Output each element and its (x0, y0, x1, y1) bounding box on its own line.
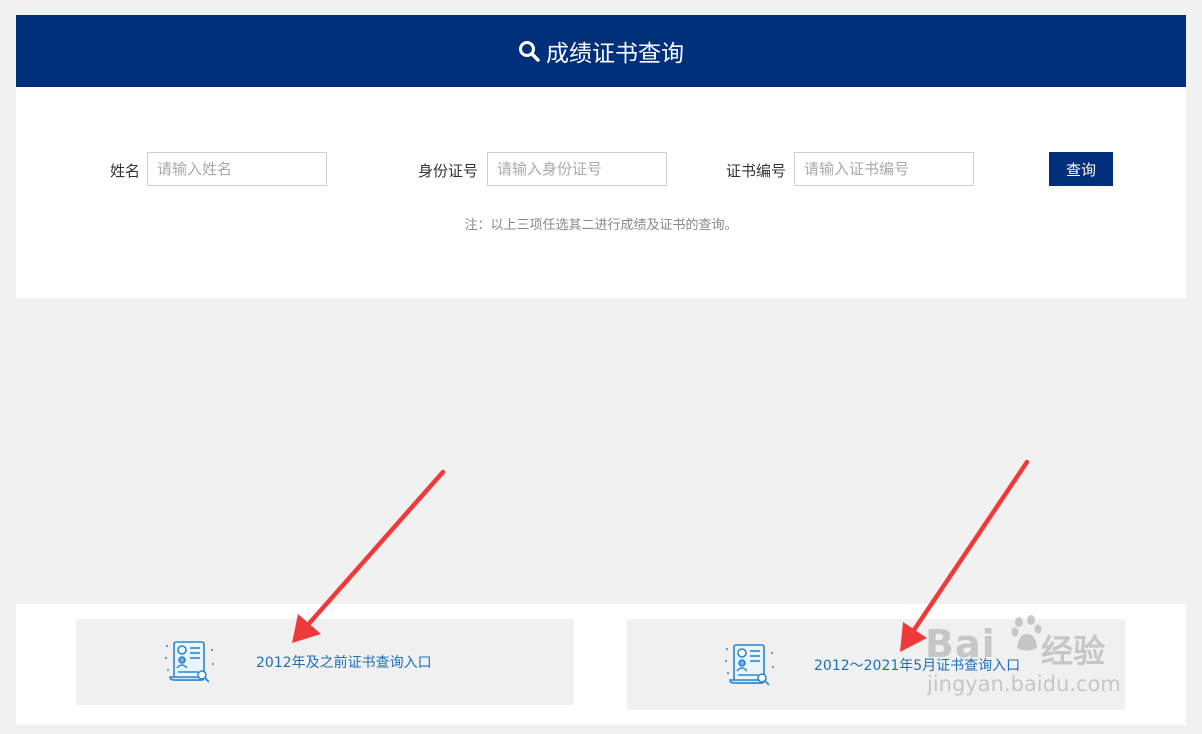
name-label: 姓名 (110, 162, 141, 180)
search-icon (519, 41, 540, 62)
page-title: 成绩证书查询 (546, 41, 684, 67)
page-header: 成绩证书查询 (16, 15, 1186, 87)
cert-number-input[interactable] (794, 152, 974, 186)
query-button[interactable]: 查询 (1049, 152, 1113, 186)
entry-panel: 2012年及之前证书查询入口 2012～2021年5月证书查询入口 (16, 604, 1186, 725)
entry-label-2012-2021: 2012～2021年5月证书查询入口 (814, 657, 1021, 674)
certificate-icon (165, 641, 214, 683)
id-number-input[interactable] (487, 152, 667, 186)
search-panel: 姓名 身份证号 证书编号 查询 注：以上三项任选其二进行成绩及证书的查询。 (16, 87, 1186, 298)
query-note: 注：以上三项任选其二进行成绩及证书的查询。 (464, 218, 738, 233)
entry-label-pre-2012: 2012年及之前证书查询入口 (256, 655, 432, 671)
cert-number-label: 证书编号 (726, 162, 787, 180)
name-input[interactable] (147, 152, 327, 186)
entry-card-pre-2012[interactable]: 2012年及之前证书查询入口 (76, 619, 574, 705)
entry-card-2012-2021[interactable]: 2012～2021年5月证书查询入口 (627, 619, 1125, 710)
id-number-label: 身份证号 (418, 162, 479, 180)
certificate-icon (725, 643, 774, 686)
